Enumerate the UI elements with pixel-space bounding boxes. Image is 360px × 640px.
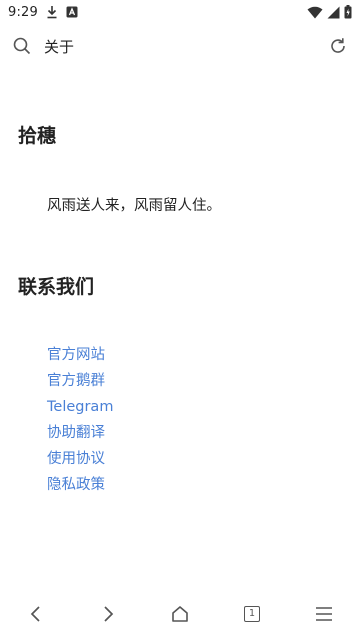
wifi-icon [307, 6, 323, 19]
back-button[interactable] [16, 594, 56, 634]
address-bar[interactable]: 关于 [0, 28, 360, 64]
link-official-website[interactable]: 官方网站 [47, 347, 105, 363]
tabs-button[interactable]: 1 [232, 594, 272, 634]
status-time: 9:29 [8, 4, 38, 20]
about-quote: 风雨送人来，风雨留人住。 [47, 198, 221, 214]
forward-icon [101, 605, 115, 623]
home-icon [171, 605, 189, 623]
download-icon [46, 5, 58, 19]
contact-links: 官方网站 官方鹅群 Telegram 协助翻译 使用协议 隐私政策 [47, 342, 113, 498]
list-item: Telegram [47, 394, 113, 420]
search-icon[interactable] [12, 36, 32, 56]
link-help-translate[interactable]: 协助翻译 [47, 425, 105, 441]
list-item: 使用协议 [47, 446, 113, 472]
tab-count: 1 [248, 608, 256, 620]
list-item: 隐私政策 [47, 472, 113, 498]
page-title[interactable]: 关于 [44, 36, 328, 57]
link-terms-of-use[interactable]: 使用协议 [47, 451, 105, 467]
link-official-group[interactable]: 官方鹅群 [47, 373, 105, 389]
status-right [307, 5, 352, 19]
cell-signal-icon [327, 6, 340, 19]
menu-icon [315, 606, 333, 622]
reload-icon[interactable] [328, 36, 348, 56]
menu-button[interactable] [304, 594, 344, 634]
status-bar: 9:29 [0, 0, 360, 24]
link-telegram[interactable]: Telegram [47, 399, 113, 415]
home-button[interactable] [160, 594, 200, 634]
contact-heading: 联系我们 [18, 276, 95, 298]
battery-icon [344, 5, 352, 19]
back-icon [29, 605, 43, 623]
link-privacy-policy[interactable]: 隐私政策 [47, 477, 105, 493]
forward-button[interactable] [88, 594, 128, 634]
bottom-nav: 1 [0, 588, 360, 640]
list-item: 官方网站 [47, 342, 113, 368]
list-item: 协助翻译 [47, 420, 113, 446]
list-item: 官方鹅群 [47, 368, 113, 394]
notification-app-icon [66, 6, 78, 18]
status-left: 9:29 [8, 5, 78, 20]
about-heading: 拾穗 [18, 125, 57, 147]
tabs-icon: 1 [244, 606, 260, 622]
